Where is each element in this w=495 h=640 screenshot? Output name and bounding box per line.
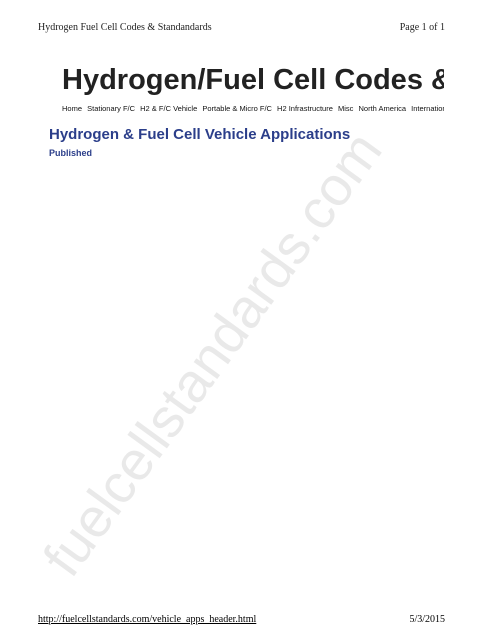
nav-item-international[interactable]: International [411,104,444,113]
nav-item-north-america[interactable]: North America [359,104,407,113]
page-heading: Hydrogen & Fuel Cell Vehicle Application… [49,126,351,143]
nav-item-h2-infrastructure[interactable]: H2 Infrastructure [277,104,333,113]
print-header: Hydrogen Fuel Cell Codes & Standandards … [38,22,445,38]
nav-item-stationary-fc[interactable]: Stationary F/C [87,104,135,113]
site-title: Hydrogen/Fuel Cell Codes & Standards [62,64,444,96]
watermark: fuelcellstandards.com [30,120,394,588]
nav-bar: Home Stationary F/C H2 & F/C Vehicle Por… [62,103,444,115]
nav-item-h2-fc-vehicle[interactable]: H2 & F/C Vehicle [140,104,197,113]
main-navigation: Home Stationary F/C H2 & F/C Vehicle Por… [38,103,444,119]
document-title: Hydrogen Fuel Cell Codes & Standandards [38,22,212,33]
page-url-link[interactable]: http://fuelcellstandards.com/vehicle_app… [38,614,256,625]
site-title-container: Hydrogen/Fuel Cell Codes & Standards [38,62,444,104]
print-footer: http://fuelcellstandards.com/vehicle_app… [38,614,445,630]
nav-item-home[interactable]: Home [62,104,82,113]
nav-item-misc[interactable]: Misc [338,104,353,113]
status-label: Published [49,148,93,158]
nav-item-portable-micro-fc[interactable]: Portable & Micro F/C [202,104,272,113]
page-indicator: Page 1 of 1 [399,22,445,33]
print-date: 5/3/2015 [409,614,445,625]
